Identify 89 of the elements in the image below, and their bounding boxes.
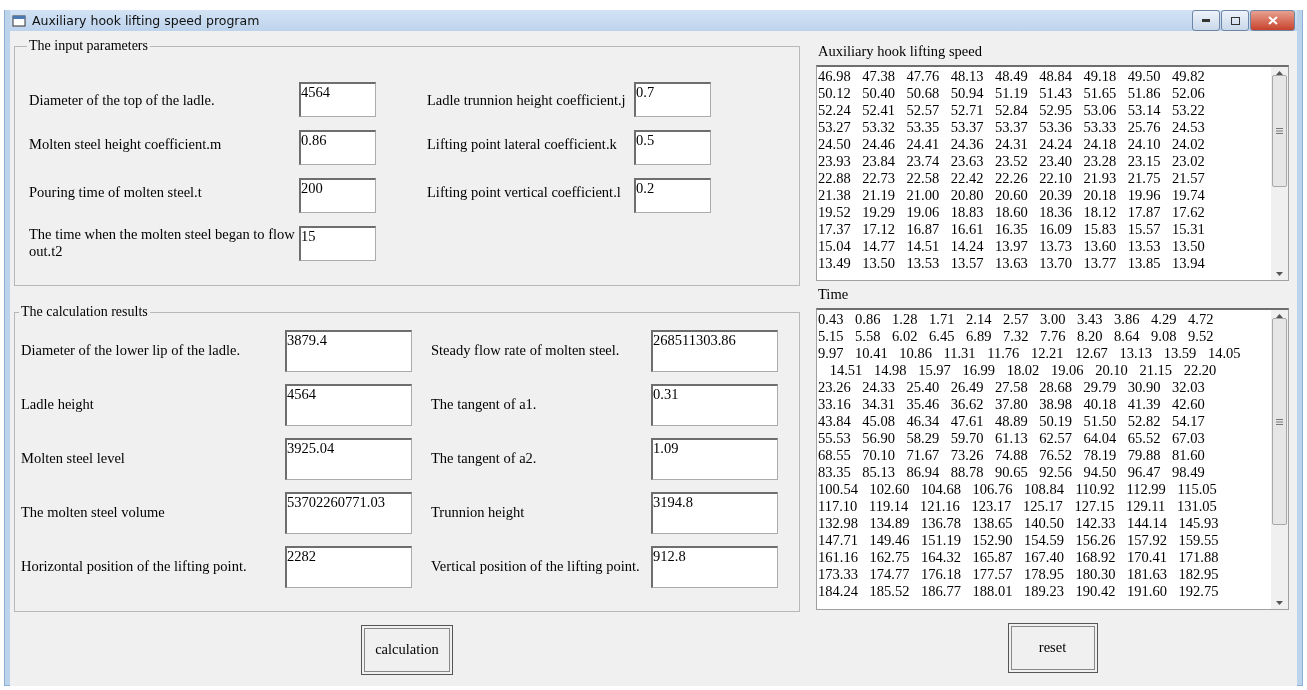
close-icon [1267, 16, 1278, 25]
output-line: 132.98 134.89 136.78 138.65 140.50 142.33 144.14 145.93 [818, 515, 1220, 532]
down-arrow-icon [1276, 601, 1283, 605]
output-field[interactable]: 2282 [285, 546, 412, 588]
minimize-button[interactable] [1192, 10, 1220, 31]
scrollbar[interactable] [1271, 67, 1288, 280]
output-line: 83.35 85.13 86.94 88.78 90.65 92.56 94.50 96.47 98.49 [818, 464, 1206, 481]
output-line: 117.10 119.14 121.16 123.17 125.17 127.15 129.11 131.05 [818, 498, 1218, 515]
output-line: 33.16 34.31 35.46 36.62 37.80 38.98 40.18 41.39 42.60 [818, 396, 1206, 413]
down-arrow-icon [1276, 272, 1283, 276]
field-label: The molten steel volume [21, 503, 166, 521]
output-field[interactable]: 53702260771.03 [285, 492, 412, 534]
scroll-thumb[interactable] [1272, 75, 1287, 187]
maximize-button[interactable] [1221, 10, 1249, 31]
output-line: 184.24 185.52 186.77 188.01 189.23 190.42 191.60 192.75 [818, 583, 1220, 600]
output-line: 23.93 23.84 23.74 23.63 23.52 23.40 23.28 23.15 23.02 [818, 153, 1206, 170]
output-field[interactable]: 268511303.86 [651, 330, 778, 372]
output-line: 24.50 24.46 24.41 24.36 24.31 24.24 24.18 24.10 24.02 [818, 136, 1206, 153]
output-text-area[interactable] [816, 308, 1289, 610]
output-line: 5.15 5.58 6.02 6.45 6.89 7.32 7.76 8.20 8.64 9.08 9.52 [818, 328, 1215, 345]
output-line: 13.49 13.50 13.53 13.57 13.63 13.70 13.77 13.85 13.94 [818, 255, 1206, 272]
field-label: Diameter of the lower lip of the ladle. [21, 341, 242, 359]
output-line: 52.24 52.41 52.57 52.71 52.84 52.95 53.06 53.14 53.22 [818, 102, 1206, 119]
calculation-button[interactable]: calculation [361, 624, 453, 675]
minimize-icon [1202, 19, 1210, 22]
input-field[interactable]: 0.5 [634, 130, 711, 165]
output-label: Time [817, 285, 850, 304]
output-field[interactable]: 1.09 [651, 438, 778, 480]
field-label: Ladle trunnion height coefficient.j [427, 91, 627, 109]
output-field[interactable]: 912.8 [651, 546, 778, 588]
output-line: 161.16 162.75 164.32 165.87 167.40 168.92 170.41 171.88 [818, 549, 1220, 566]
output-line: 50.12 50.40 50.68 50.94 51.19 51.43 51.65 51.86 52.06 [818, 85, 1206, 102]
output-line: 43.84 45.08 46.34 47.61 48.89 50.19 51.50 52.82 54.17 [818, 413, 1206, 430]
field-label: Vertical position of the lifting point. [431, 557, 641, 575]
window-icon [12, 14, 26, 27]
close-button[interactable] [1250, 10, 1295, 31]
field-label: Steady flow rate of molten steel. [431, 341, 621, 359]
output-field[interactable]: 4564 [285, 384, 412, 426]
input-field[interactable]: 0.7 [634, 82, 711, 117]
output-label: Auxiliary hook lifting speed [817, 42, 983, 61]
input-field[interactable]: 0.2 [634, 178, 711, 213]
output-field[interactable]: 3194.8 [651, 492, 778, 534]
maximize-icon [1230, 16, 1240, 25]
output-line: 17.37 17.12 16.87 16.61 16.35 16.09 15.83 15.57 15.31 [818, 221, 1206, 238]
output-line: 100.54 102.60 104.68 106.76 108.84 110.92 112.99 115.05 [818, 481, 1218, 498]
field-label: Molten steel level [21, 449, 126, 467]
field-label: Diameter of the top of the ladle. [29, 91, 216, 109]
grip-icon [1276, 128, 1283, 134]
field-label: Molten steel height coefficient.m [29, 135, 223, 153]
scroll-thumb[interactable] [1272, 318, 1287, 525]
output-field[interactable]: 3925.04 [285, 438, 412, 480]
input-field[interactable]: 0.86 [299, 130, 376, 165]
field-label: The tangent of a1. [431, 395, 538, 413]
field-label: The tangent of a2. [431, 449, 538, 467]
output-line: 147.71 149.46 151.19 152.90 154.59 156.26 157.92 159.55 [818, 532, 1220, 549]
field-label: Trunnion height [431, 503, 526, 521]
output-line: 55.53 56.90 58.29 59.70 61.13 62.57 64.04 65.52 67.03 [818, 430, 1206, 447]
grip-icon [1276, 418, 1283, 425]
output-line: 9.97 10.41 10.86 11.31 11.76 12.21 12.67 13.13 13.59 14.05 [818, 345, 1242, 362]
group-title: The calculation results [20, 304, 149, 320]
input-field[interactable]: 200 [299, 178, 376, 213]
output-line: 14.51 14.98 15.97 16.99 18.02 19.06 20.10 21.15 22.20 [828, 362, 1218, 379]
output-line: 21.38 21.19 21.00 20.80 20.60 20.39 20.18 19.96 19.74 [818, 187, 1206, 204]
field-label: Ladle height [21, 395, 95, 413]
input-field[interactable]: 4564 [299, 82, 376, 117]
output-line: 53.27 53.32 53.35 53.37 53.37 53.36 53.33 25.76 24.53 [818, 119, 1206, 136]
reset-button[interactable]: reset [1007, 622, 1098, 673]
output-line: 23.26 24.33 25.40 26.49 27.58 28.68 29.79 30.90 32.03 [818, 379, 1206, 396]
output-line: 22.88 22.73 22.58 22.42 22.26 22.10 21.93 21.75 21.57 [818, 170, 1206, 187]
output-text-area[interactable] [816, 65, 1289, 281]
field-label: Horizontal position of the lifting point. [21, 557, 248, 575]
output-line: 173.33 174.77 176.18 177.57 178.95 180.30 181.63 182.95 [818, 566, 1220, 583]
field-label: Lifting point lateral coefficient.k [427, 135, 618, 153]
input-field[interactable]: 15 [299, 226, 376, 261]
field-label: Pouring time of molten steel.t [29, 183, 203, 201]
output-field[interactable]: 3879.4 [285, 330, 412, 372]
field-label: Lifting point vertical coefficient.l [427, 183, 622, 201]
output-line: 68.55 70.10 71.67 73.26 74.88 76.52 78.19 79.88 81.60 [818, 447, 1206, 464]
output-line: 19.52 19.29 19.06 18.83 18.60 18.36 18.12 17.87 17.62 [818, 204, 1206, 221]
output-line: 46.98 47.38 47.76 48.13 48.49 48.84 49.18 49.50 49.82 [818, 68, 1206, 85]
up-arrow-icon [1276, 314, 1283, 318]
up-arrow-icon [1276, 71, 1283, 75]
output-field[interactable]: 0.31 [651, 384, 778, 426]
scrollbar[interactable] [1271, 310, 1288, 609]
group-title: The input parameters [28, 38, 149, 54]
window-title: Auxiliary hook lifting speed program [32, 13, 261, 28]
output-line: 15.04 14.77 14.51 14.24 13.97 13.73 13.60 13.53 13.50 [818, 238, 1206, 255]
field-label: The time when the molten steel began to flow out.t2 [29, 226, 296, 260]
output-line: 0.43 0.86 1.28 1.71 2.14 2.57 3.00 3.43 3.86 4.29 4.72 [818, 311, 1215, 328]
